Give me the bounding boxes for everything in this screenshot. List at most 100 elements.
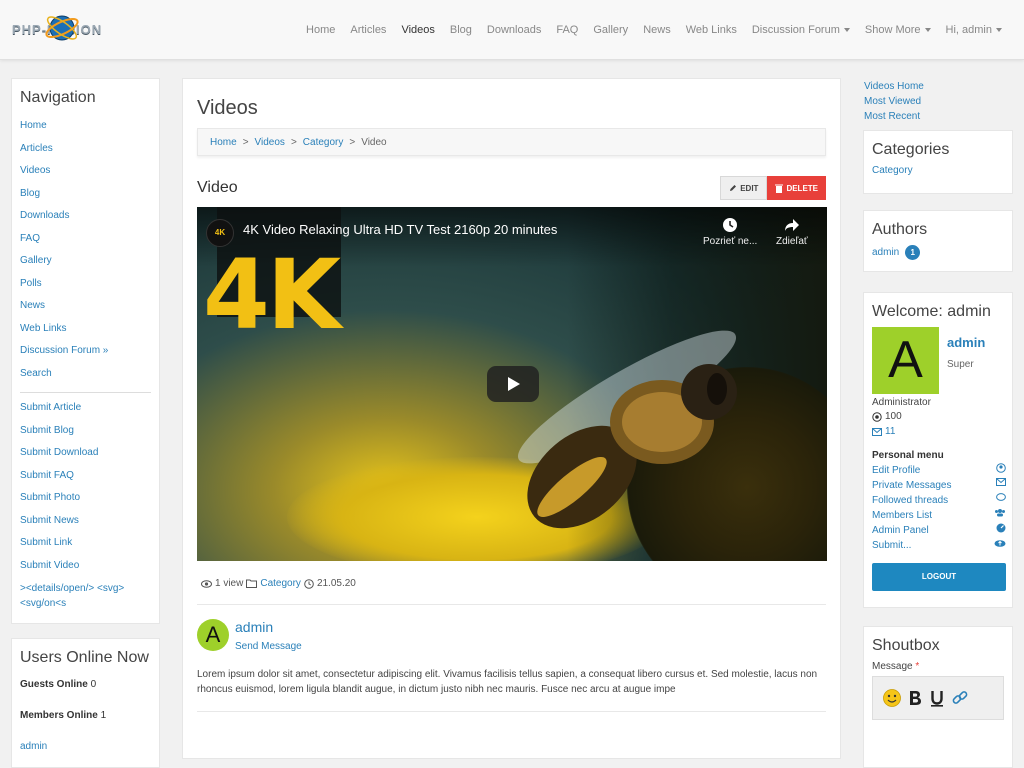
nav-item-web-links[interactable]: Web Links bbox=[20, 318, 151, 341]
user-avatar[interactable]: A bbox=[872, 327, 939, 394]
menu-members-list[interactable]: Members List bbox=[872, 508, 1006, 523]
topnav-user-menu[interactable]: Hi, admin bbox=[946, 24, 1002, 36]
members-online-label: Members Online bbox=[20, 710, 98, 721]
topnav-articles[interactable]: Articles bbox=[350, 24, 386, 36]
video-links: Videos Home Most Viewed Most Recent bbox=[864, 79, 924, 124]
channel-avatar[interactable]: 4K bbox=[206, 219, 234, 247]
topnav-show-more-label: Show More bbox=[864, 24, 921, 36]
author-name-link[interactable]: admin bbox=[235, 619, 273, 635]
menu-private-messages-label: Private Messages bbox=[872, 480, 952, 491]
category-item[interactable]: Category bbox=[872, 165, 1004, 176]
nav-item-submit-photo[interactable]: Submit Photo bbox=[20, 487, 151, 510]
nav-item-search[interactable]: Search bbox=[20, 363, 151, 386]
breadcrumb-videos[interactable]: Videos bbox=[255, 137, 285, 148]
topnav-discussion-forum-label: Discussion Forum bbox=[751, 24, 840, 36]
topnav-news[interactable]: News bbox=[643, 24, 671, 36]
most-viewed-link[interactable]: Most Viewed bbox=[864, 94, 924, 109]
share-control[interactable]: Zdieľať bbox=[776, 217, 808, 247]
user-points-value: 100 bbox=[885, 411, 902, 422]
menu-edit-profile-label: Edit Profile bbox=[872, 465, 921, 476]
topnav-gallery[interactable]: Gallery bbox=[593, 24, 628, 36]
topnav-downloads[interactable]: Downloads bbox=[487, 24, 541, 36]
personal-menu-title: Personal menu bbox=[872, 450, 944, 461]
nav-item-polls[interactable]: Polls bbox=[20, 273, 151, 296]
caret-down-icon bbox=[996, 28, 1002, 33]
bold-icon[interactable] bbox=[907, 689, 923, 707]
personal-menu: Personal menu Edit Profile Private Messa… bbox=[872, 449, 1006, 553]
nav-item-submit-blog[interactable]: Submit Blog bbox=[20, 420, 151, 443]
smiley-icon[interactable] bbox=[883, 689, 901, 707]
link-icon[interactable] bbox=[951, 689, 969, 707]
online-member-link[interactable]: admin bbox=[20, 741, 151, 752]
categories-title: Categories bbox=[872, 141, 950, 158]
divider bbox=[197, 711, 826, 712]
nav-divider bbox=[20, 392, 151, 393]
category-link[interactable]: Category bbox=[260, 578, 301, 589]
guests-online-label: Guests Online bbox=[20, 679, 88, 690]
video-title[interactable]: 4K Video Relaxing Ultra HD TV Test 2160p… bbox=[243, 222, 557, 237]
logout-button[interactable]: LOGOUT bbox=[872, 563, 1006, 591]
divider bbox=[197, 604, 826, 605]
welcome-panel: Welcome: admin A admin Super Administrat… bbox=[863, 292, 1013, 608]
nav-item-submit-video[interactable]: Submit Video bbox=[20, 555, 151, 578]
categories-panel: Categories Category bbox=[863, 130, 1013, 194]
author-avatar[interactable]: A bbox=[197, 619, 229, 651]
topnav-videos[interactable]: Videos bbox=[401, 24, 434, 36]
video-header: Video EDIT DELETE bbox=[197, 176, 826, 202]
breadcrumb-home[interactable]: Home bbox=[210, 137, 237, 148]
caret-down-icon bbox=[924, 28, 931, 33]
nav-item-submit-link[interactable]: Submit Link bbox=[20, 532, 151, 555]
user-messages[interactable]: 11 bbox=[872, 426, 895, 437]
breadcrumb-current: Video bbox=[361, 136, 387, 148]
nav-item-home[interactable]: Home bbox=[20, 115, 151, 138]
nav-item-videos[interactable]: Videos bbox=[20, 160, 151, 183]
menu-edit-profile[interactable]: Edit Profile bbox=[872, 463, 1006, 478]
topnav-discussion-forum[interactable]: Discussion Forum bbox=[752, 24, 850, 36]
nav-item-downloads[interactable]: Downloads bbox=[20, 205, 151, 228]
topnav-show-more[interactable]: Show More bbox=[865, 24, 931, 36]
topnav-faq[interactable]: FAQ bbox=[556, 24, 578, 36]
videos-home-link[interactable]: Videos Home bbox=[864, 79, 924, 94]
nav-item-submit-news[interactable]: Submit News bbox=[20, 510, 151, 533]
nav-item-raw-markup[interactable]: ><details/open/> <svg> <svg/on<s bbox=[20, 581, 151, 611]
site-logo[interactable]: PHP-FUSION bbox=[12, 8, 157, 50]
folder-icon bbox=[246, 579, 258, 588]
send-message-link[interactable]: Send Message bbox=[235, 641, 302, 652]
edit-button[interactable]: EDIT bbox=[720, 176, 768, 200]
menu-submit[interactable]: Submit... bbox=[872, 538, 1006, 553]
underline-icon[interactable] bbox=[929, 689, 945, 707]
watch-later-control[interactable]: Pozrieť ne... bbox=[703, 217, 757, 247]
publish-date: 21.05.20 bbox=[316, 578, 356, 589]
users-icon bbox=[995, 509, 1005, 517]
dashboard-icon bbox=[996, 523, 1006, 533]
nav-item-submit-article[interactable]: Submit Article bbox=[20, 397, 151, 420]
nav-item-blog[interactable]: Blog bbox=[20, 183, 151, 206]
menu-private-messages[interactable]: Private Messages bbox=[872, 478, 1006, 493]
menu-followed-threads[interactable]: Followed threads bbox=[872, 493, 1006, 508]
nav-item-faq[interactable]: FAQ bbox=[20, 228, 151, 251]
nav-item-submit-faq[interactable]: Submit FAQ bbox=[20, 465, 151, 488]
topnav-web-links[interactable]: Web Links bbox=[686, 24, 737, 36]
video-player[interactable]: 4K 4K 4K Video Relaxing Ultra HD TV Test… bbox=[197, 207, 827, 561]
breadcrumb-category[interactable]: Category bbox=[303, 137, 344, 148]
nav-item-discussion-forum[interactable]: Discussion Forum » bbox=[20, 340, 151, 363]
cloud-upload-icon bbox=[994, 540, 1006, 547]
most-recent-link[interactable]: Most Recent bbox=[864, 109, 924, 124]
play-button-icon[interactable] bbox=[487, 366, 539, 402]
delete-button[interactable]: DELETE bbox=[767, 176, 826, 200]
author-link[interactable]: admin bbox=[872, 247, 899, 258]
nav-item-articles[interactable]: Articles bbox=[20, 138, 151, 161]
nav-item-gallery[interactable]: Gallery bbox=[20, 250, 151, 273]
users-online-title: Users Online Now bbox=[20, 649, 149, 666]
user-role: Administrator bbox=[872, 397, 931, 408]
nav-item-submit-download[interactable]: Submit Download bbox=[20, 442, 151, 465]
user-name-link[interactable]: admin bbox=[947, 335, 985, 350]
watch-later-label: Pozrieť ne... bbox=[703, 236, 758, 247]
clock-icon bbox=[723, 218, 738, 232]
menu-admin-panel[interactable]: Admin Panel bbox=[872, 523, 1006, 538]
guests-online-row: Guests Online 0 bbox=[20, 679, 151, 690]
topnav-blog[interactable]: Blog bbox=[450, 24, 472, 36]
nav-item-news[interactable]: News bbox=[20, 295, 151, 318]
topnav-home[interactable]: Home bbox=[306, 24, 335, 36]
navigation-list: Home Articles Videos Blog Downloads FAQ … bbox=[20, 115, 151, 611]
